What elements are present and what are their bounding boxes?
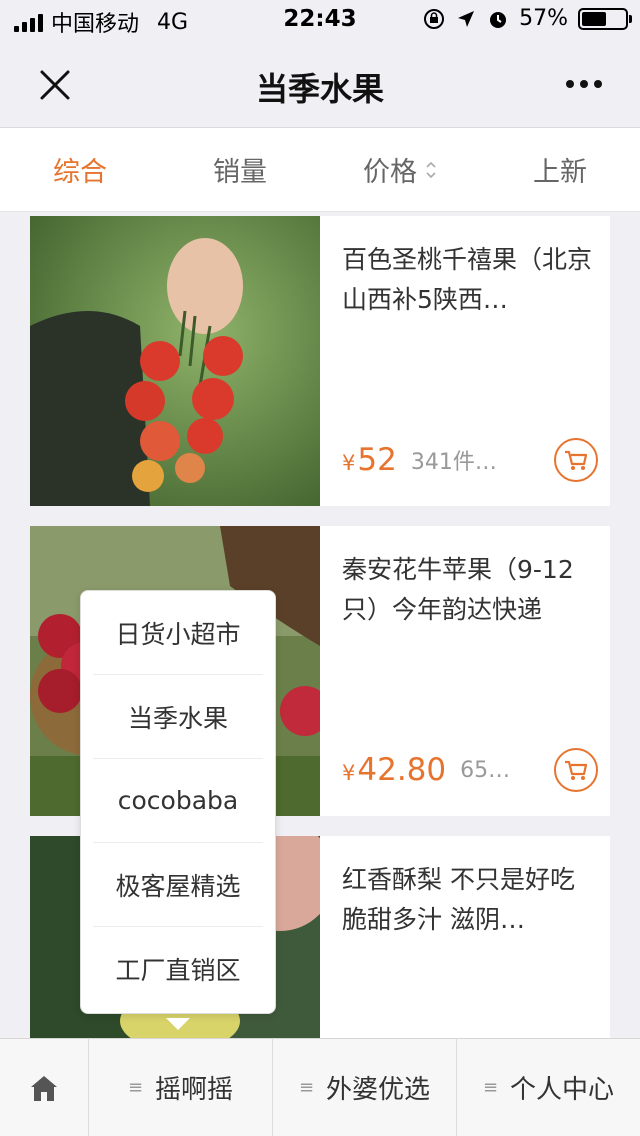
price-value: 42.80 [357, 752, 447, 788]
tab-label: 外婆优选 [326, 1075, 431, 1105]
tab-new[interactable]: 上新 [480, 128, 640, 211]
tab-label: 个人中心 [510, 1075, 615, 1105]
menu-item[interactable]: cocobaba [93, 759, 263, 843]
tab-home[interactable] [0, 1039, 88, 1136]
more-dot-icon [566, 80, 574, 88]
popup-arrow [166, 1018, 190, 1030]
sort-tabs: 综合 销量 价格 上新 [0, 128, 640, 212]
menu-lines-icon: ≡ [482, 1077, 499, 1098]
product-sold: 341件… [410, 450, 497, 475]
product-name[interactable]: 红香酥梨 不只是好吃 脆甜多汁 滋阴… [342, 860, 592, 940]
tab-comprehensive[interactable]: 综合 [0, 128, 160, 211]
product-card[interactable]: 百色圣桃千禧果（北京山西补5陕西… ¥52 341件… [30, 216, 610, 506]
battery-fill [582, 11, 606, 26]
menu-lines-icon: ≡ [298, 1077, 315, 1098]
orientation-lock-icon [423, 8, 445, 30]
menu-item[interactable]: 当季水果 [93, 675, 263, 759]
tab-price[interactable]: 价格 [320, 128, 480, 211]
tab-label: 上新 [533, 157, 587, 188]
bottom-tab-bar: ≡ 摇啊摇 ≡ 外婆优选 ≡ 个人中心 [0, 1038, 640, 1136]
home-icon [31, 1075, 57, 1101]
popup-menu: 日货小超市 当季水果 cocobaba 极客屋精选 工厂直销区 [80, 590, 276, 1014]
tab-label: 综合 [53, 157, 107, 188]
tab-profile[interactable]: ≡ 个人中心 [456, 1039, 640, 1136]
price-value: 52 [357, 442, 397, 478]
cart-icon [565, 450, 588, 470]
product-image[interactable] [30, 216, 320, 506]
tab-label: 摇啊摇 [155, 1075, 234, 1105]
page-title: 当季水果 [255, 70, 384, 108]
location-icon [455, 8, 477, 30]
product-name[interactable]: 秦安花牛苹果（9-12只）今年韵达快递 [342, 550, 592, 630]
status-bar: 中国移动 4G 22:43 57% [0, 0, 640, 40]
menu-item[interactable]: 工厂直销区 [93, 927, 263, 1011]
tab-label: 价格 [363, 157, 417, 188]
product-price: ¥42.80 [342, 752, 446, 788]
alarm-icon [487, 8, 509, 30]
more-dot-icon [594, 80, 602, 88]
status-right: 57% [423, 6, 632, 31]
product-name[interactable]: 百色圣桃千禧果（北京山西补5陕西… [342, 240, 592, 320]
battery-icon [578, 7, 632, 30]
menu-item[interactable]: 极客屋精选 [93, 843, 263, 927]
more-dot-icon [580, 80, 588, 88]
menu-item[interactable]: 日货小超市 [93, 591, 263, 675]
tab-shake[interactable]: ≡ 摇啊摇 [88, 1039, 272, 1136]
add-to-cart-button[interactable] [554, 748, 598, 792]
product-sold: 65… [460, 757, 511, 783]
product-price: ¥52 [342, 442, 397, 478]
tab-label: 销量 [213, 157, 267, 188]
more-button[interactable] [554, 64, 614, 104]
tab-grandma-picks[interactable]: ≡ 外婆优选 [272, 1039, 456, 1136]
currency-symbol: ¥ [342, 761, 356, 785]
tab-sales[interactable]: 销量 [160, 128, 320, 211]
sort-arrows-icon [425, 160, 437, 180]
nav-bar: 当季水果 [0, 40, 640, 128]
menu-lines-icon: ≡ [127, 1077, 144, 1098]
battery-percent: 57% [519, 6, 568, 31]
cart-icon [565, 760, 588, 780]
add-to-cart-button[interactable] [554, 438, 598, 482]
currency-symbol: ¥ [342, 451, 356, 475]
